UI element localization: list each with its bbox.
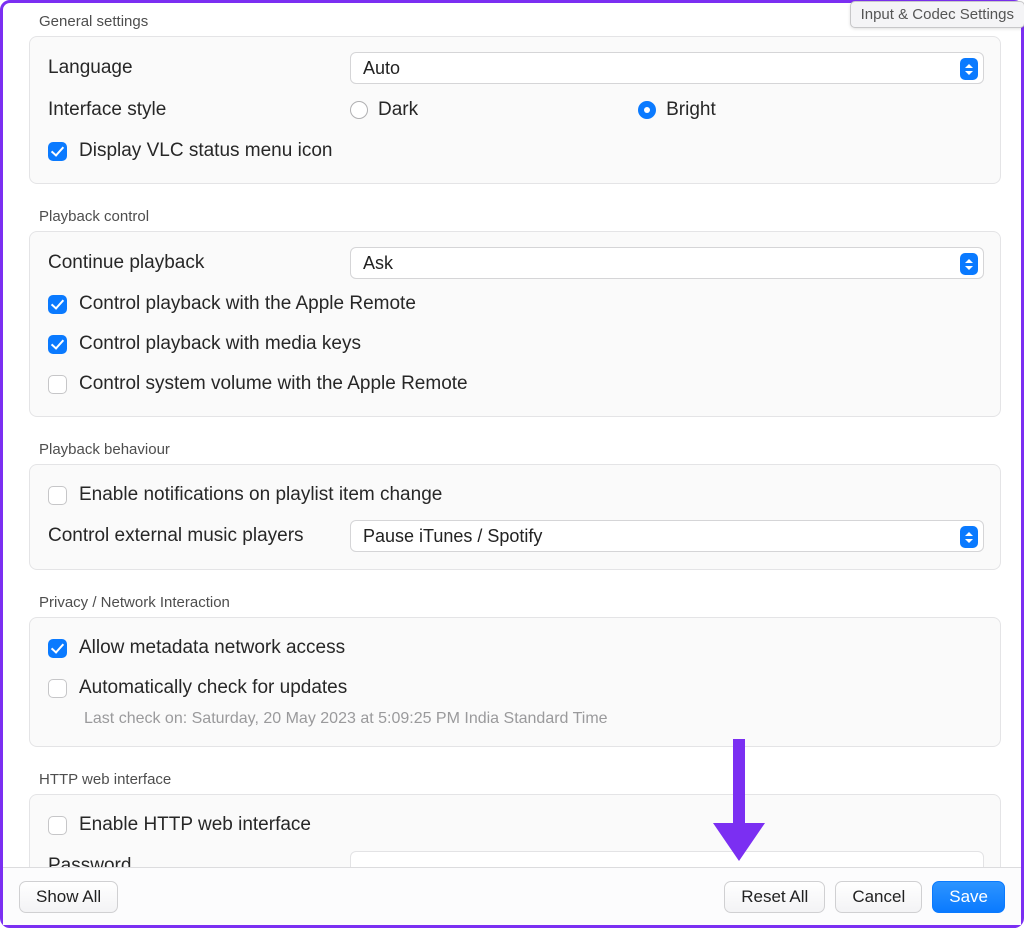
continue-playback-select[interactable]: Ask — [350, 247, 984, 279]
http-password-input[interactable] — [350, 851, 984, 867]
status-menu-checkbox[interactable] — [48, 142, 67, 161]
tooltip-input-codec: Input & Codec Settings — [850, 1, 1024, 28]
interface-style-bright-radio[interactable]: Bright — [638, 99, 716, 121]
notifications-label: Enable notifications on playlist item ch… — [79, 484, 442, 506]
apple-remote-volume-checkbox[interactable] — [48, 375, 67, 394]
external-players-value: Pause iTunes / Spotify — [363, 526, 542, 547]
apple-remote-playback-label: Control playback with the Apple Remote — [79, 293, 416, 315]
http-enable-checkbox[interactable] — [48, 816, 67, 835]
continue-playback-label: Continue playback — [46, 252, 336, 274]
stepper-icon — [960, 526, 978, 548]
stepper-icon — [960, 253, 978, 275]
panel-privacy: Allow metadata network access Automatica… — [29, 617, 1001, 747]
radio-label-bright: Bright — [666, 99, 716, 121]
interface-style-dark-radio[interactable]: Dark — [350, 99, 418, 121]
panel-playback-behaviour: Enable notifications on playlist item ch… — [29, 464, 1001, 570]
language-select[interactable]: Auto — [350, 52, 984, 84]
show-all-button[interactable]: Show All — [19, 881, 118, 913]
apple-remote-volume-label: Control system volume with the Apple Rem… — [79, 373, 468, 395]
preferences-window: Input & Codec Settings General settings … — [0, 0, 1024, 928]
language-label: Language — [46, 57, 336, 79]
footer-bar: Show All Reset All Cancel Save — [3, 867, 1021, 925]
section-title-http: HTTP web interface — [29, 761, 1001, 794]
metadata-label: Allow metadata network access — [79, 637, 345, 659]
status-menu-label: Display VLC status menu icon — [79, 140, 332, 162]
section-title-privacy: Privacy / Network Interaction — [29, 584, 1001, 617]
radio-label-dark: Dark — [378, 99, 418, 121]
section-title-playback-behaviour: Playback behaviour — [29, 431, 1001, 464]
settings-scroll-area: General settings Language Auto Interface… — [3, 3, 1021, 867]
updates-checkbox[interactable] — [48, 679, 67, 698]
last-check-text: Last check on: Saturday, 20 May 2023 at … — [46, 708, 984, 734]
cancel-button[interactable]: Cancel — [835, 881, 922, 913]
radio-icon — [350, 101, 368, 119]
stepper-icon — [960, 58, 978, 80]
http-password-label: Password — [46, 855, 336, 867]
section-title-playback-control: Playback control — [29, 198, 1001, 231]
external-players-select[interactable]: Pause iTunes / Spotify — [350, 520, 984, 552]
reset-all-button[interactable]: Reset All — [724, 881, 825, 913]
language-select-value: Auto — [363, 58, 400, 79]
interface-style-label: Interface style — [46, 99, 336, 121]
notifications-checkbox[interactable] — [48, 486, 67, 505]
apple-remote-playback-checkbox[interactable] — [48, 295, 67, 314]
updates-label: Automatically check for updates — [79, 677, 347, 699]
save-button[interactable]: Save — [932, 881, 1005, 913]
panel-playback-control: Continue playback Ask Control playback w… — [29, 231, 1001, 417]
metadata-checkbox[interactable] — [48, 639, 67, 658]
continue-playback-value: Ask — [363, 253, 393, 274]
external-players-label: Control external music players — [46, 525, 336, 547]
panel-http: Enable HTTP web interface Password — [29, 794, 1001, 867]
panel-general: Language Auto Interface style Dark Brigh… — [29, 36, 1001, 184]
http-enable-label: Enable HTTP web interface — [79, 814, 311, 836]
media-keys-checkbox[interactable] — [48, 335, 67, 354]
radio-icon — [638, 101, 656, 119]
media-keys-label: Control playback with media keys — [79, 333, 361, 355]
